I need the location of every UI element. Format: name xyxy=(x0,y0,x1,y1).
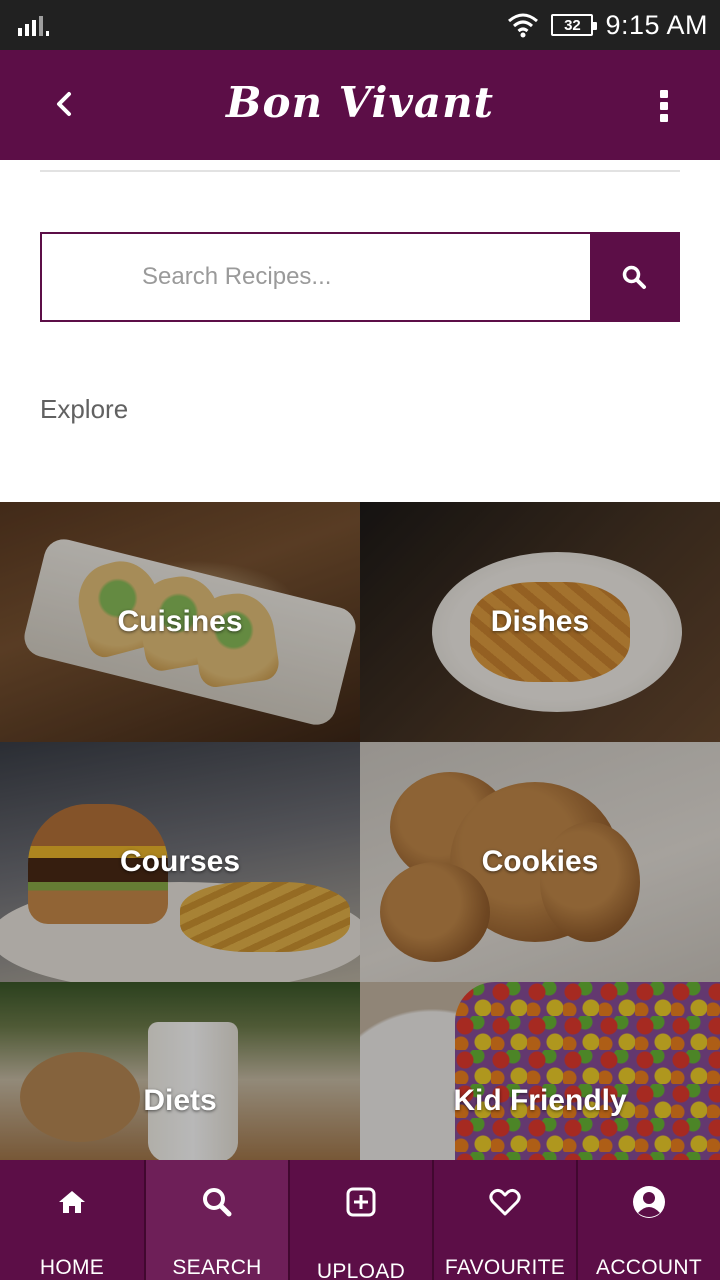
category-tile-kid-friendly[interactable]: Kid Friendly xyxy=(360,982,720,1160)
category-label: Dishes xyxy=(490,605,590,638)
account-circle-icon xyxy=(632,1186,666,1218)
bottom-nav: HOME SEARCH UPLOAD FAVOURITE ACCOUNT xyxy=(0,1160,720,1280)
nav-favourite[interactable]: FAVOURITE xyxy=(432,1160,576,1280)
wifi-icon xyxy=(508,13,539,38)
nav-label: ACCOUNT xyxy=(596,1256,702,1279)
category-grid: Cuisines Dishes Courses Cookies Diets Ki… xyxy=(0,502,720,1160)
divider xyxy=(40,170,680,172)
nav-search[interactable]: SEARCH xyxy=(144,1160,288,1280)
search-icon xyxy=(622,265,646,289)
search-bar xyxy=(40,232,680,322)
category-tile-courses[interactable]: Courses xyxy=(0,742,360,982)
category-tile-cookies[interactable]: Cookies xyxy=(360,742,720,982)
category-label: Kid Friendly xyxy=(453,1084,627,1117)
nav-upload[interactable]: UPLOAD xyxy=(288,1160,432,1280)
more-vertical-icon xyxy=(660,90,668,98)
category-label: Courses xyxy=(119,845,241,878)
app-title: Bon Vivant xyxy=(225,78,495,127)
explore-heading: Explore xyxy=(40,394,129,424)
nav-home[interactable]: HOME xyxy=(0,1160,144,1280)
status-time: 9:15 AM xyxy=(605,9,708,40)
status-bar: 32 9:15 AM xyxy=(0,0,720,50)
search-input[interactable] xyxy=(42,234,590,320)
app-bar: Bon Vivant xyxy=(0,50,720,160)
battery-icon: 32 xyxy=(551,14,598,36)
battery-level: 32 xyxy=(564,16,581,34)
signal-icon xyxy=(18,16,49,36)
nav-label: HOME xyxy=(39,1256,105,1279)
category-tile-dishes[interactable]: Dishes xyxy=(360,502,720,742)
home-icon xyxy=(57,1186,87,1218)
nav-label: SEARCH xyxy=(172,1256,262,1279)
nav-account[interactable]: ACCOUNT xyxy=(576,1160,720,1280)
nav-label: FAVOURITE xyxy=(444,1256,566,1279)
overflow-menu-button[interactable] xyxy=(652,86,676,126)
category-tile-diets[interactable]: Diets xyxy=(0,982,360,1160)
search-button[interactable] xyxy=(590,234,678,320)
nav-label: UPLOAD xyxy=(316,1260,406,1280)
category-label: Cookies xyxy=(481,845,599,878)
category-label: Diets xyxy=(143,1084,217,1117)
heart-icon xyxy=(489,1186,521,1218)
category-tile-cuisines[interactable]: Cuisines xyxy=(0,502,360,742)
search-icon xyxy=(201,1186,233,1218)
plus-square-icon xyxy=(345,1186,377,1218)
category-label: Cuisines xyxy=(117,605,243,638)
